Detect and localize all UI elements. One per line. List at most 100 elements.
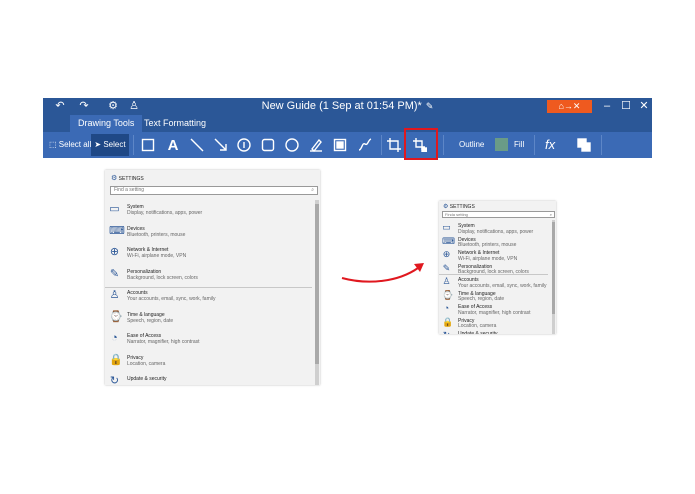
search-input[interactable]: Finda setting ⌕ bbox=[442, 211, 555, 218]
cursor-icon: ➤ bbox=[94, 140, 102, 149]
settings-item-devices[interactable]: ⌨ Devices Bluetooth, printers, mouse bbox=[105, 224, 312, 248]
arrange-button[interactable] bbox=[574, 135, 594, 155]
fill-button[interactable]: Fill bbox=[514, 132, 524, 158]
fill-color-swatch[interactable] bbox=[495, 138, 508, 151]
settings-item-time-language[interactable]: ⌚ Time & language Speech, region, date bbox=[439, 289, 548, 305]
select-button[interactable]: ➤ Select bbox=[91, 134, 129, 156]
settings-item-desc: Speech, region, date bbox=[127, 317, 174, 324]
line-tool[interactable] bbox=[187, 135, 207, 155]
text-a-icon: A bbox=[167, 136, 179, 154]
text-tool[interactable]: A bbox=[163, 135, 183, 155]
divider bbox=[443, 135, 444, 155]
tab-drawing-tools[interactable]: Drawing Tools bbox=[70, 115, 143, 132]
settings-item-desc: Wi-Fi, airplane mode, VPN bbox=[458, 255, 518, 262]
globe-icon: ⊕ bbox=[109, 246, 120, 258]
settings-item-icon: ⊕ bbox=[442, 249, 451, 259]
settings-item-privacy[interactable]: 🔒 Privacy Location, camera bbox=[105, 354, 312, 377]
tab-text-formatting[interactable]: Text Formatting bbox=[136, 115, 214, 132]
settings-item-icon: ⌚ bbox=[442, 289, 454, 300]
settings-item-desc: Your accounts, email, sync, work, family bbox=[458, 282, 547, 289]
paint-icon: ✎ bbox=[109, 267, 120, 280]
settings-item-system[interactable]: ▭ System Display, notifications, apps, pow… bbox=[105, 204, 312, 226]
settings-item-privacy[interactable]: 🔒 Privacy Location, camera bbox=[439, 316, 548, 332]
settings-item-icon: ◔ bbox=[443, 303, 450, 313]
blur-tool[interactable] bbox=[330, 135, 350, 155]
settings-item-icon: ▭ bbox=[442, 222, 451, 232]
settings-item-icon: ✎ bbox=[442, 262, 451, 273]
gear-icon: ⚙ bbox=[443, 204, 449, 210]
settings-item-desc: Bluetooth, printers, mouse bbox=[127, 231, 186, 238]
search-input[interactable]: Find a setting ⌕ bbox=[110, 186, 318, 195]
keyboard-icon: ⌨ bbox=[109, 224, 125, 237]
settings-item-icon: ↻ bbox=[442, 331, 451, 335]
rounded-rect-icon bbox=[261, 138, 275, 152]
ribbon-tabs: Drawing Tools Text Formatting bbox=[43, 115, 652, 132]
settings-item-ease-of-access[interactable]: ◔ Ease of Access Narrator, magnifier, high… bbox=[439, 304, 548, 318]
toolbar: ⬚ Select all ➤ Select A Outline Fill fx bbox=[43, 128, 652, 160]
settings-item-desc: Display, notifications, apps, power bbox=[458, 228, 534, 235]
settings-item-ease-of-access[interactable]: ◔ Ease of Access Narrator, magnifier, high… bbox=[105, 333, 312, 355]
settings-item-network-internet[interactable]: ⊕ Network & Internet Wi-Fi, airplane mode,… bbox=[439, 250, 548, 264]
highlighter-icon bbox=[310, 138, 322, 152]
minimize-button[interactable]: – bbox=[598, 98, 616, 115]
arrow-icon bbox=[214, 138, 227, 151]
scrollbar-thumb[interactable] bbox=[552, 222, 555, 314]
settings-item-devices[interactable]: ⌨ Devices Bluetooth, printers, mouse bbox=[439, 235, 548, 251]
outline-button[interactable]: Outline bbox=[459, 132, 484, 158]
settings-item-desc: Narrator, magnifier, high contrast bbox=[127, 339, 200, 345]
rectangle-tool[interactable] bbox=[138, 135, 158, 155]
highlight-box bbox=[404, 128, 438, 160]
title-bar: ↶ ↷ ⚙ ♙ New Guide (1 Sep at 01:54 PM)* ✎ … bbox=[43, 98, 652, 115]
settings-item-desc: Speech, region, date bbox=[458, 296, 505, 302]
settings-item-update-security[interactable]: ↻ Update & security bbox=[439, 331, 548, 335]
settings-item-icon: 🔒 bbox=[442, 316, 454, 327]
list-divider bbox=[105, 287, 312, 288]
settings-item-icon: ♙ bbox=[442, 276, 451, 286]
divider bbox=[381, 135, 382, 155]
divider bbox=[601, 135, 602, 155]
settings-item-system[interactable]: ▭ System Display, notifications, apps, pow… bbox=[439, 223, 548, 237]
settings-panel-small: ⚙ SETTINGS Finda setting ⌕ ▭ System Display… bbox=[439, 201, 556, 334]
maximize-button[interactable]: ☐ bbox=[617, 98, 635, 115]
rounded-rect-tool[interactable] bbox=[258, 135, 278, 155]
person-icon: ♙ bbox=[109, 289, 120, 301]
brand-button[interactable]: ⌂→✕ bbox=[547, 100, 592, 113]
ellipse-tool[interactable] bbox=[282, 135, 302, 155]
settings-item-desc: Wi-Fi, airplane mode, VPN bbox=[127, 253, 187, 259]
gear-icon: ⚙ bbox=[111, 175, 118, 182]
select-all-icon: ⬚ bbox=[49, 140, 57, 149]
select-all-label: Select all bbox=[58, 140, 92, 149]
settings-item-desc: Background, lock screen, colors bbox=[127, 274, 198, 281]
select-all-button[interactable]: ⬚ Select all bbox=[49, 132, 91, 158]
pencil-icon[interactable]: ✎ bbox=[426, 101, 434, 111]
line-icon bbox=[190, 138, 204, 152]
divider bbox=[133, 135, 134, 155]
fx-button[interactable]: fx bbox=[545, 132, 555, 158]
settings-item-time-language[interactable]: ⌚ Time & language Speech, region, date bbox=[105, 311, 312, 334]
settings-item-desc: Your accounts, email, sync, work, family bbox=[127, 296, 216, 302]
settings-item-network-internet[interactable]: ⊕ Network & Internet Wi-Fi, airplane mode,… bbox=[105, 247, 312, 269]
settings-item-desc: Narrator, magnifier, high contrast bbox=[458, 309, 531, 316]
ellipse-icon bbox=[285, 138, 299, 152]
divider bbox=[534, 135, 535, 155]
settings-item-accounts[interactable]: ♙ Accounts Your accounts, email, sync, wor… bbox=[105, 290, 312, 312]
settings-item-name: Update & security bbox=[458, 331, 498, 334]
highlighter-tool[interactable] bbox=[306, 135, 326, 155]
settings-item-accounts[interactable]: ♙ Accounts Your accounts, email, sync, wor… bbox=[439, 277, 548, 291]
arrow-tool[interactable] bbox=[211, 135, 231, 155]
settings-panel-large: ⚙ SETTINGS Find a setting ⌕ ▭ System Displa… bbox=[105, 170, 320, 385]
step-tool[interactable] bbox=[234, 135, 254, 155]
scrollbar-thumb[interactable] bbox=[315, 204, 319, 364]
close-button[interactable]: ✕ bbox=[635, 98, 653, 115]
settings-item-update-security[interactable]: ↻ Update & security bbox=[105, 376, 312, 386]
crop-tool[interactable] bbox=[384, 135, 404, 155]
search-icon: ⌕ bbox=[311, 187, 314, 193]
settings-header: ⚙ SETTINGS bbox=[443, 204, 475, 210]
layers-icon bbox=[577, 138, 591, 152]
rectangle-icon bbox=[141, 138, 155, 152]
settings-item-name: Update & security bbox=[127, 376, 167, 382]
settings-item-desc: Location, camera bbox=[127, 360, 166, 367]
freehand-tool[interactable] bbox=[355, 135, 375, 155]
settings-item-icon: ⌨ bbox=[442, 235, 455, 246]
settings-item-desc: Bluetooth, printers, mouse bbox=[458, 242, 517, 248]
